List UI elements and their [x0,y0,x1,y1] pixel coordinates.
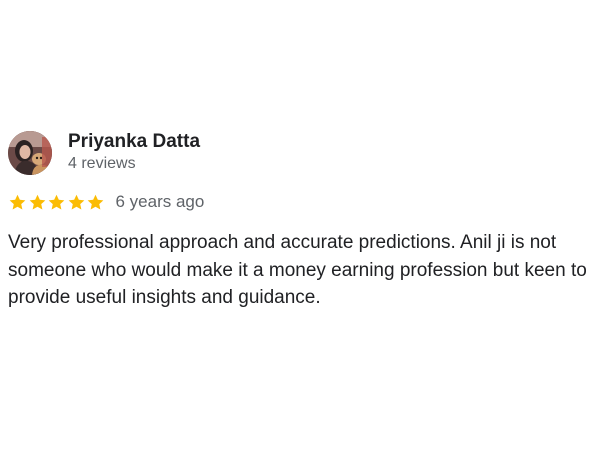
review-card: Priyanka Datta 4 reviews 6 years ago Ver… [8,130,600,312]
star-icon [8,193,27,212]
author-info: Priyanka Datta 4 reviews [68,131,200,174]
rating-row: 6 years ago [8,190,600,214]
star-icon [86,193,105,212]
avatar-photo-icon [8,131,52,175]
star-icon [67,193,86,212]
star-icon [28,193,47,212]
author-name[interactable]: Priyanka Datta [68,131,200,153]
review-header: Priyanka Datta 4 reviews [8,130,600,176]
avatar[interactable] [8,131,52,175]
star-icon [47,193,66,212]
review-text: Very professional approach and accurate … [8,232,587,308]
star-rating [8,193,106,212]
author-review-count[interactable]: 4 reviews [68,154,200,174]
review-timestamp: 6 years ago [115,192,205,211]
